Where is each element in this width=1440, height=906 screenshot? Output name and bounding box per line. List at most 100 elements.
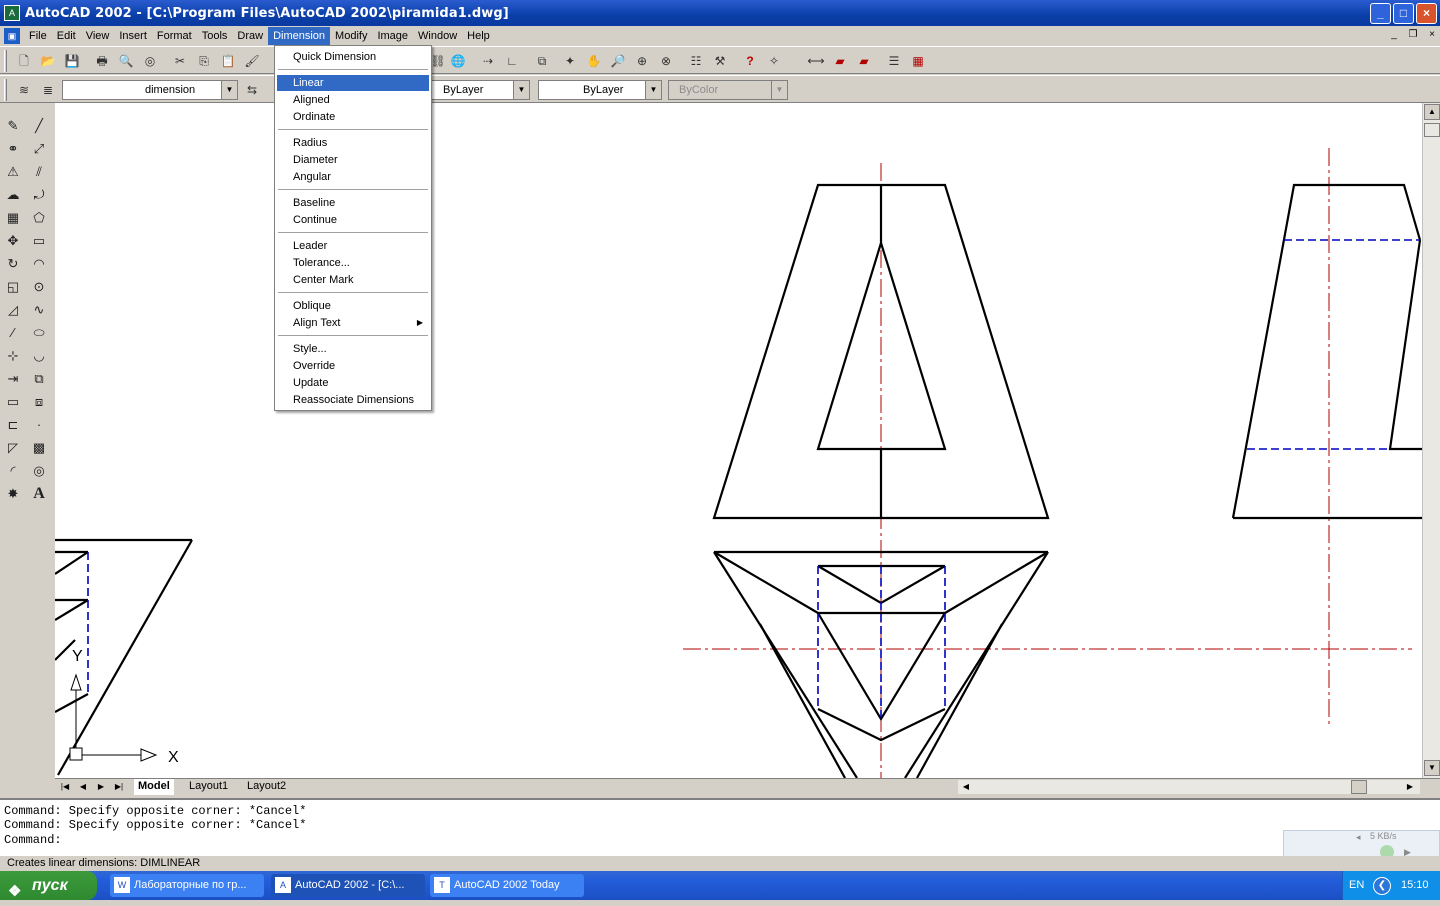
scroll-right-button[interactable]: ▶: [1402, 780, 1418, 794]
menu-help[interactable]: Help: [462, 27, 495, 45]
print-icon[interactable]: 🖶: [92, 51, 112, 71]
linetype-combo[interactable]: ByLayer ▼: [430, 80, 530, 100]
hscroll-thumb[interactable]: [1351, 780, 1367, 794]
toolbar-grip[interactable]: [4, 50, 7, 72]
break-at-point-icon[interactable]: ⊏: [2, 414, 24, 436]
open-icon[interactable]: 📂: [38, 51, 58, 71]
hatch-icon[interactable]: ▩: [28, 437, 50, 459]
document-icon[interactable]: ▣: [4, 27, 20, 44]
menuitem-leader[interactable]: Leader: [277, 238, 429, 254]
menuitem-angular[interactable]: Angular: [277, 169, 429, 185]
doc-close-button[interactable]: ×: [1424, 28, 1440, 42]
menuitem-align-text[interactable]: Align Text ▶: [277, 315, 429, 331]
layer-combo[interactable]: dimension ▼: [62, 80, 238, 100]
toolbar-grip[interactable]: [4, 79, 7, 101]
task-autocad-drawing[interactable]: A AutoCAD 2002 - [C:\...: [271, 874, 425, 897]
menu-image[interactable]: Image: [372, 27, 413, 45]
menuitem-linear[interactable]: Linear: [277, 75, 429, 91]
move-icon[interactable]: ✥: [2, 230, 24, 252]
erase-icon[interactable]: ✎: [2, 115, 24, 137]
scroll-down-button[interactable]: ▼: [1424, 760, 1440, 776]
scroll-up-button[interactable]: ▲: [1424, 104, 1440, 120]
dim-baseline-icon[interactable]: ▰: [854, 51, 874, 71]
scroll-left-button[interactable]: ◀: [958, 780, 974, 794]
start-button[interactable]: ❖ пуск: [0, 871, 97, 900]
menu-window[interactable]: Window: [413, 27, 462, 45]
menuitem-aligned[interactable]: Aligned: [277, 92, 429, 108]
menuitem-baseline[interactable]: Baseline: [277, 195, 429, 211]
minimize-button[interactable]: _: [1370, 3, 1391, 24]
paste-icon[interactable]: 📋: [218, 51, 238, 71]
close-button[interactable]: ×: [1416, 3, 1437, 24]
multiline-icon[interactable]: ⫽: [28, 161, 50, 183]
lineweight-combo[interactable]: ByLayer ▼: [538, 80, 662, 100]
multiline-text-icon[interactable]: A: [28, 483, 50, 505]
menuitem-radius[interactable]: Radius: [277, 135, 429, 151]
offset-icon[interactable]: ☁: [2, 184, 24, 206]
last-tab-button[interactable]: ▶|: [111, 780, 127, 794]
polyline-icon[interactable]: ⤾: [28, 184, 50, 206]
polygon-icon[interactable]: ⬠: [28, 207, 50, 229]
menuitem-continue[interactable]: Continue: [277, 212, 429, 228]
doc-minimize-button[interactable]: _: [1386, 28, 1402, 42]
3d-orbit-icon[interactable]: ✦: [560, 51, 580, 71]
help-icon[interactable]: ?: [740, 51, 760, 71]
menuitem-quick-dimension[interactable]: Quick Dimension: [277, 49, 429, 65]
vertical-scrollbar[interactable]: ▲ ▼: [1422, 103, 1440, 778]
fillet-icon[interactable]: ◜: [2, 460, 24, 482]
line-icon[interactable]: ╱: [28, 115, 50, 137]
menu-tools[interactable]: Tools: [197, 27, 233, 45]
command-window[interactable]: Command: Specify opposite corner: *Cance…: [0, 798, 1440, 856]
spline-icon[interactable]: ∿: [28, 299, 50, 321]
make-block-icon[interactable]: ⧈: [28, 391, 50, 413]
menu-format[interactable]: Format: [152, 27, 197, 45]
menuitem-oblique[interactable]: Oblique: [277, 298, 429, 314]
extend-icon[interactable]: ⇥: [2, 368, 24, 390]
command-prompt[interactable]: Command:: [4, 833, 1436, 848]
menuitem-center-mark[interactable]: Center Mark: [277, 272, 429, 288]
properties-icon[interactable]: ☷: [686, 51, 706, 71]
first-tab-button[interactable]: |◀: [57, 780, 73, 794]
scroll-thumb[interactable]: [1424, 123, 1440, 137]
chamfer-icon[interactable]: ◸: [2, 437, 24, 459]
stretch-icon[interactable]: ◿: [2, 299, 24, 321]
construction-line-icon[interactable]: ⤢: [28, 138, 50, 160]
menu-insert[interactable]: Insert: [114, 27, 152, 45]
save-icon[interactable]: 💾: [62, 51, 82, 71]
circle-icon[interactable]: ⊙: [28, 276, 50, 298]
zoom-window-icon[interactable]: ⊕: [632, 51, 652, 71]
menuitem-diameter[interactable]: Diameter: [277, 152, 429, 168]
globe-icon[interactable]: 🌐: [448, 51, 468, 71]
restore-button[interactable]: □: [1393, 3, 1414, 24]
menu-edit[interactable]: Edit: [52, 27, 81, 45]
explode-icon[interactable]: ✸: [2, 483, 24, 505]
distance-icon[interactable]: ⇢: [478, 51, 498, 71]
rectangle-icon[interactable]: ▭: [28, 230, 50, 252]
dim-style-icon[interactable]: ☰: [884, 51, 904, 71]
cut-icon[interactable]: ✂: [170, 51, 190, 71]
design-center-icon[interactable]: ⚒: [710, 51, 730, 71]
task-word-document[interactable]: W Лабораторные по гр...: [110, 874, 264, 897]
ellipse-icon[interactable]: ⬭: [28, 322, 50, 344]
menuitem-override[interactable]: Override: [277, 358, 429, 374]
menuitem-update[interactable]: Update: [277, 375, 429, 391]
chevron-down-icon[interactable]: ▼: [513, 81, 529, 99]
point-icon[interactable]: ·: [28, 414, 50, 436]
menuitem-reassociate-dimensions[interactable]: Reassociate Dimensions: [277, 392, 429, 408]
prev-tab-button[interactable]: ◀: [75, 780, 91, 794]
copy-object-icon[interactable]: ⚭: [2, 138, 24, 160]
rotate-icon[interactable]: ↻: [2, 253, 24, 275]
tab-layout2[interactable]: Layout2: [243, 779, 290, 795]
match-properties-icon[interactable]: 🖌: [242, 51, 262, 71]
menu-file[interactable]: File: [24, 27, 52, 45]
dim-linear-icon[interactable]: ⟷: [806, 51, 826, 71]
lengthen-icon[interactable]: ⁄: [2, 322, 24, 344]
insert-block-icon[interactable]: ⧉: [28, 368, 50, 390]
horizontal-scrollbar[interactable]: ◀ ▶: [958, 780, 1420, 794]
break-icon[interactable]: ▭: [2, 391, 24, 413]
tab-layout1[interactable]: Layout1: [185, 779, 232, 795]
layer-previous-icon[interactable]: ⇆: [242, 80, 262, 100]
new-icon[interactable]: 🗋: [14, 51, 34, 71]
menuitem-tolerance[interactable]: Tolerance...: [277, 255, 429, 271]
copy-icon[interactable]: ⎘: [194, 51, 214, 71]
